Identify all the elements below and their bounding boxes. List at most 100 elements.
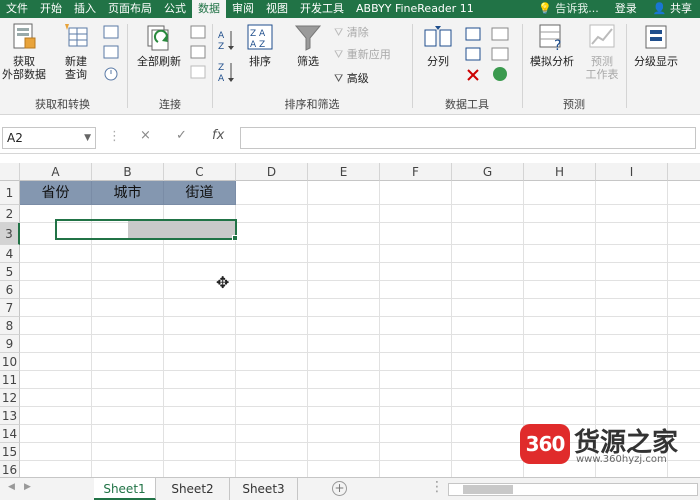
share-button[interactable]: 👤 共享 [645, 0, 700, 18]
grid-cell[interactable] [164, 407, 236, 425]
grid-cell[interactable] [92, 389, 164, 407]
grid-cell[interactable] [92, 407, 164, 425]
grid-cell[interactable] [308, 223, 380, 245]
grid-cell[interactable] [20, 335, 92, 353]
tab-page-layout[interactable]: 页面布局 [102, 0, 158, 18]
grid-cell[interactable] [308, 263, 380, 281]
grid-cell[interactable] [668, 223, 700, 245]
cell-a1[interactable]: 省份 [20, 181, 92, 205]
grid-cell[interactable] [308, 353, 380, 371]
grid-cell[interactable] [20, 389, 92, 407]
grid-cell[interactable] [452, 317, 524, 335]
connections-icon[interactable] [189, 24, 207, 84]
grid-cell[interactable] [380, 205, 452, 223]
sheet-tab-sheet1[interactable]: Sheet1 [94, 478, 156, 500]
tell-me-search[interactable]: 💡 告诉我... [530, 0, 607, 18]
grid-cell[interactable] [20, 281, 92, 299]
grid-cell[interactable] [524, 389, 596, 407]
grid-cell[interactable] [20, 299, 92, 317]
chevron-down-icon[interactable]: ▼ [84, 128, 91, 148]
grid-cell[interactable] [308, 317, 380, 335]
grid-cell[interactable] [524, 181, 596, 205]
tab-insert[interactable]: 插入 [68, 0, 102, 18]
cell-b1[interactable]: 城市 [92, 181, 164, 205]
row-header-13[interactable]: 13 [0, 407, 20, 425]
grid-cell[interactable] [164, 299, 236, 317]
show-queries-icon[interactable] [102, 24, 120, 84]
row-header-5[interactable]: 5 [0, 263, 20, 281]
grid-cell[interactable] [452, 281, 524, 299]
grid-cell[interactable] [380, 281, 452, 299]
grid-cell[interactable] [596, 263, 668, 281]
grid-cell[interactable] [380, 317, 452, 335]
grid-cell[interactable] [596, 181, 668, 205]
grid-cell[interactable] [524, 205, 596, 223]
refresh-all-button[interactable]: 全部刷新 [129, 22, 189, 68]
grid-cell[interactable] [164, 389, 236, 407]
grid-cell[interactable] [668, 389, 700, 407]
row-header-10[interactable]: 10 [0, 353, 20, 371]
select-all-corner[interactable] [0, 163, 20, 181]
column-header-partial[interactable] [668, 163, 700, 181]
grid-cell[interactable] [308, 281, 380, 299]
sort-descending-button[interactable]: Z A [218, 60, 236, 87]
grid-cell[interactable] [92, 425, 164, 443]
tab-view[interactable]: 视图 [260, 0, 294, 18]
grid-cell[interactable] [380, 245, 452, 263]
grid-cell[interactable] [92, 263, 164, 281]
grid-cell[interactable] [452, 443, 524, 461]
fill-handle[interactable] [232, 235, 238, 241]
sheet-tab-sheet2[interactable]: Sheet2 [156, 478, 230, 500]
cell-c1[interactable]: 街道 [164, 181, 236, 205]
sort-ascending-button[interactable]: A Z [218, 28, 236, 55]
scrollbar-thumb[interactable] [463, 485, 513, 494]
column-header-c[interactable]: C [164, 163, 236, 181]
grid-cell[interactable] [164, 335, 236, 353]
grid-cell[interactable] [596, 317, 668, 335]
grid-cell[interactable] [20, 425, 92, 443]
data-validation-icon[interactable] [490, 26, 512, 86]
grid-cell[interactable] [596, 205, 668, 223]
grid-cell[interactable] [524, 353, 596, 371]
filter-button[interactable]: 筛选 [290, 22, 326, 68]
grid-cell[interactable] [236, 407, 308, 425]
grid-cell[interactable] [20, 263, 92, 281]
grid-cell[interactable] [20, 461, 92, 477]
grid-cell[interactable] [596, 245, 668, 263]
grid-cell[interactable] [92, 461, 164, 477]
scroll-right-icon[interactable]: ▶ [24, 482, 31, 492]
grid-cell[interactable] [20, 443, 92, 461]
grid-cell[interactable] [380, 407, 452, 425]
outline-button[interactable]: 分级显示 [628, 22, 684, 68]
grid-cell[interactable] [452, 263, 524, 281]
tab-formulas[interactable]: 公式 [158, 0, 192, 18]
grid-cell[interactable] [524, 223, 596, 245]
grid-cell[interactable] [236, 389, 308, 407]
row-header-3[interactable]: 3 [0, 223, 20, 245]
grid-cell[interactable] [380, 425, 452, 443]
grid-cell[interactable] [236, 443, 308, 461]
grid-cell[interactable] [236, 245, 308, 263]
grid-cell[interactable] [92, 299, 164, 317]
grid-cell[interactable] [164, 245, 236, 263]
grid-cell[interactable] [452, 425, 524, 443]
grid-cell[interactable] [380, 223, 452, 245]
grid-cell[interactable] [596, 335, 668, 353]
grid-cell[interactable] [308, 299, 380, 317]
insert-function-icon[interactable]: fx [212, 128, 224, 143]
sort-button[interactable]: Z A A Z 排序 [242, 22, 278, 68]
row-header-2[interactable]: 2 [0, 205, 20, 223]
row-header-11[interactable]: 11 [0, 371, 20, 389]
grid-cell[interactable] [524, 299, 596, 317]
forecast-sheet-button[interactable]: 预测 工作表 [582, 22, 622, 81]
enter-icon[interactable]: ✓ [176, 128, 187, 143]
grid-cell[interactable] [380, 389, 452, 407]
formula-input[interactable] [240, 127, 696, 149]
add-sheet-icon[interactable]: + [332, 481, 347, 496]
grid-cell[interactable] [452, 461, 524, 477]
row-header-14[interactable]: 14 [0, 425, 20, 443]
row-header-8[interactable]: 8 [0, 317, 20, 335]
grid-cell[interactable] [236, 299, 308, 317]
grid-cell[interactable] [380, 181, 452, 205]
flash-fill-icon[interactable] [464, 26, 484, 86]
